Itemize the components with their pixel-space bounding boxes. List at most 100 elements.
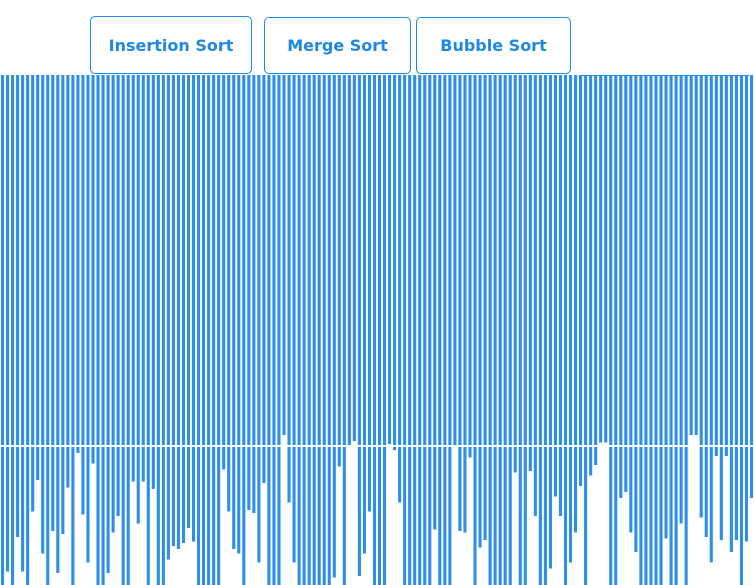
array-bar-99 [498, 75, 502, 585]
array-bar-24 [121, 75, 125, 585]
array-bar-128 [644, 75, 648, 585]
array-bar-39 [197, 75, 201, 585]
bubble-sort-button[interactable]: Bubble Sort [416, 17, 571, 74]
array-bar-54 [272, 75, 276, 585]
array-bar-33 [166, 75, 170, 560]
array-bar-76 [382, 75, 387, 585]
array-bar-4 [21, 75, 25, 572]
array-bar-25 [126, 75, 130, 585]
array-bar-37 [186, 75, 191, 528]
array-bar-12 [61, 75, 65, 534]
array-bar-107 [538, 75, 542, 585]
array-bar-137 [689, 75, 693, 435]
array-bar-146 [734, 75, 738, 540]
array-bar-22 [111, 75, 115, 533]
array-bar-67 [337, 75, 341, 467]
array-bar-28 [141, 75, 145, 482]
array-bar-133 [669, 75, 673, 585]
array-bar-43 [217, 75, 221, 585]
array-bar-62 [312, 75, 316, 585]
array-bar-98 [493, 75, 497, 585]
array-bar-40 [202, 75, 206, 585]
array-bar-149 [749, 75, 754, 498]
array-bar-139 [699, 75, 703, 518]
array-bar-77 [388, 75, 392, 444]
array-bar-129 [649, 75, 653, 585]
array-bar-64 [322, 75, 326, 585]
array-bar-32 [161, 75, 165, 585]
array-bar-16 [81, 75, 85, 515]
array-bar-82 [413, 75, 417, 585]
array-bar-88 [443, 75, 447, 585]
array-bar-7 [36, 75, 40, 480]
array-bar-126 [634, 75, 638, 552]
array-bar-34 [171, 75, 175, 546]
array-bar-106 [533, 75, 537, 516]
array-bar-17 [86, 75, 90, 563]
array-bar-123 [619, 75, 623, 498]
array-bar-97 [488, 75, 492, 585]
array-bar-38 [191, 75, 196, 542]
array-bar-44 [222, 75, 226, 470]
array-bar-5 [26, 75, 30, 585]
array-bar-125 [629, 75, 633, 533]
array-bar-147 [739, 75, 743, 585]
array-bar-36 [181, 75, 186, 543]
array-bar-26 [131, 75, 135, 482]
array-bar-30 [151, 75, 155, 489]
array-visualization [0, 75, 754, 585]
array-bar-143 [719, 75, 723, 540]
array-bar-109 [548, 75, 552, 569]
array-bar-70 [352, 75, 356, 441]
array-bar-91 [458, 75, 462, 531]
array-bar-65 [327, 75, 331, 585]
array-bar-57 [287, 75, 291, 503]
array-bar-115 [579, 75, 583, 486]
merge-sort-button[interactable]: Merge Sort [264, 17, 411, 74]
array-bar-48 [242, 75, 246, 585]
array-bar-102 [513, 75, 517, 473]
array-bar-66 [332, 75, 336, 578]
array-bar-72 [362, 75, 366, 554]
array-bar-74 [372, 75, 377, 585]
array-bar-59 [297, 75, 301, 585]
array-bar-41 [207, 75, 211, 585]
array-bar-35 [176, 75, 181, 549]
array-bar-93 [468, 75, 472, 458]
array-bar-47 [237, 75, 241, 554]
array-bar-141 [709, 75, 713, 563]
array-bar-61 [307, 75, 311, 585]
array-bar-100 [503, 75, 507, 585]
array-bar-69 [347, 75, 351, 447]
array-bar-116 [584, 75, 588, 585]
array-bar-108 [543, 75, 547, 585]
array-bar-132 [664, 75, 668, 539]
array-bar-86 [433, 75, 437, 530]
array-bar-46 [232, 75, 236, 549]
sort-toolbar: Insertion Sort Merge Sort Bubble Sort [0, 0, 754, 78]
array-bar-2 [11, 75, 15, 585]
array-bar-144 [724, 75, 728, 456]
array-bar-15 [76, 75, 80, 453]
array-bar-55 [277, 75, 281, 585]
array-bar-31 [156, 75, 160, 585]
array-bar-113 [568, 75, 573, 563]
insertion-sort-button[interactable]: Insertion Sort [90, 16, 252, 74]
array-bar-21 [106, 75, 110, 573]
array-bar-110 [553, 75, 558, 497]
array-bars [0, 75, 754, 585]
array-bar-105 [528, 75, 532, 471]
array-bar-56 [282, 75, 286, 435]
array-bar-96 [483, 75, 487, 540]
array-bar-27 [136, 75, 140, 524]
array-bar-3 [16, 75, 20, 537]
array-bar-18 [91, 75, 95, 464]
array-bar-90 [453, 75, 457, 446]
array-bar-131 [659, 75, 663, 585]
bar-separator-line [0, 445, 754, 447]
array-bar-0 [0, 75, 5, 585]
array-bar-135 [679, 75, 683, 524]
array-bar-114 [574, 75, 578, 533]
array-bar-118 [594, 75, 598, 465]
array-bar-81 [408, 75, 412, 585]
